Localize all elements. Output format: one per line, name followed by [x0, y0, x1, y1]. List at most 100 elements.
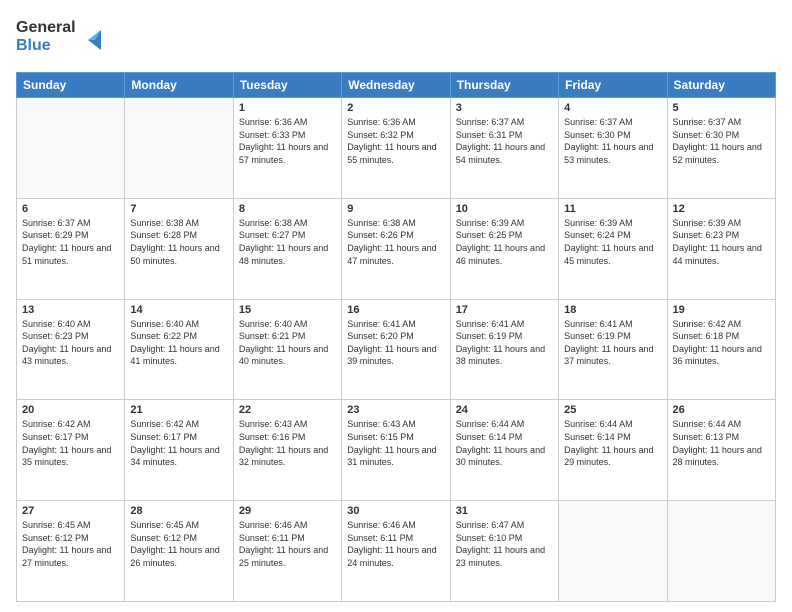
calendar-table: SundayMondayTuesdayWednesdayThursdayFrid… [16, 72, 776, 602]
day-info: Sunrise: 6:38 AM Sunset: 6:27 PM Dayligh… [239, 217, 336, 267]
day-info: Sunrise: 6:44 AM Sunset: 6:14 PM Dayligh… [564, 418, 661, 468]
day-number: 8 [239, 203, 336, 215]
day-info: Sunrise: 6:39 AM Sunset: 6:23 PM Dayligh… [673, 217, 770, 267]
day-number: 25 [564, 404, 661, 416]
calendar-cell: 22 Sunrise: 6:43 AM Sunset: 6:16 PM Dayli… [233, 400, 341, 501]
day-number: 7 [130, 203, 227, 215]
day-info: Sunrise: 6:47 AM Sunset: 6:10 PM Dayligh… [456, 519, 553, 569]
day-number: 2 [347, 102, 444, 114]
calendar-cell: 13Sunrise: 6:40 AM Sunset: 6:23 PM Dayli… [17, 299, 125, 400]
day-info: Sunrise: 6:40 AM Sunset: 6:21 PM Dayligh… [239, 318, 336, 368]
day-number: 24 [456, 404, 553, 416]
day-number: 17 [456, 304, 553, 316]
calendar-cell: 28 Sunrise: 6:45 AM Sunset: 6:12 PM Dayli… [125, 501, 233, 602]
day-number: 13 [22, 304, 119, 316]
day-info: Sunrise: 6:40 AM Sunset: 6:22 PM Dayligh… [130, 318, 227, 368]
day-info: Sunrise: 6:37 AM Sunset: 6:29 PM Dayligh… [22, 217, 119, 267]
calendar-cell: 16 Sunrise: 6:41 AM Sunset: 6:20 PM Dayli… [342, 299, 450, 400]
day-number: 23 [347, 404, 444, 416]
svg-text:General: General [16, 19, 76, 36]
calendar-cell: 27 Sunrise: 6:45 AM Sunset: 6:12 PM Dayli… [17, 501, 125, 602]
day-info: Sunrise: 6:43 AM Sunset: 6:16 PM Dayligh… [239, 418, 336, 468]
day-number: 3 [456, 102, 553, 114]
day-info: Sunrise: 6:44 AM Sunset: 6:14 PM Dayligh… [456, 418, 553, 468]
day-number: 28 [130, 505, 227, 517]
day-number: 29 [239, 505, 336, 517]
day-number: 18 [564, 304, 661, 316]
calendar-cell: 20 Sunrise: 6:42 AM Sunset: 6:17 PM Dayli… [17, 400, 125, 501]
day-number: 9 [347, 203, 444, 215]
page-header: General Blue [16, 12, 776, 62]
calendar-cell: 5 Sunrise: 6:37 AM Sunset: 6:30 PM Daylig… [667, 98, 775, 199]
calendar-cell: 1 Sunrise: 6:36 AM Sunset: 6:33 PM Daylig… [233, 98, 341, 199]
day-info: Sunrise: 6:38 AM Sunset: 6:26 PM Dayligh… [347, 217, 444, 267]
day-number: 16 [347, 304, 444, 316]
day-info: Sunrise: 6:37 AM Sunset: 6:31 PM Dayligh… [456, 116, 553, 166]
calendar-cell: 4 Sunrise: 6:37 AM Sunset: 6:30 PM Daylig… [559, 98, 667, 199]
calendar-cell: 17 Sunrise: 6:41 AM Sunset: 6:19 PM Dayli… [450, 299, 558, 400]
day-number: 21 [130, 404, 227, 416]
day-info: Sunrise: 6:39 AM Sunset: 6:24 PM Dayligh… [564, 217, 661, 267]
calendar-cell: 15 Sunrise: 6:40 AM Sunset: 6:21 PM Dayli… [233, 299, 341, 400]
calendar-cell: 31 Sunrise: 6:47 AM Sunset: 6:10 PM Dayli… [450, 501, 558, 602]
day-info: Sunrise: 6:36 AM Sunset: 6:33 PM Dayligh… [239, 116, 336, 166]
day-info: Sunrise: 6:42 AM Sunset: 6:18 PM Dayligh… [673, 318, 770, 368]
calendar-cell: 9 Sunrise: 6:38 AM Sunset: 6:26 PM Daylig… [342, 198, 450, 299]
calendar-cell: 11 Sunrise: 6:39 AM Sunset: 6:24 PM Dayli… [559, 198, 667, 299]
calendar-cell: 19 Sunrise: 6:42 AM Sunset: 6:18 PM Dayli… [667, 299, 775, 400]
day-info: Sunrise: 6:41 AM Sunset: 6:19 PM Dayligh… [456, 318, 553, 368]
day-info: Sunrise: 6:42 AM Sunset: 6:17 PM Dayligh… [22, 418, 119, 468]
day-number: 11 [564, 203, 661, 215]
day-info: Sunrise: 6:39 AM Sunset: 6:25 PM Dayligh… [456, 217, 553, 267]
calendar-cell: 18 Sunrise: 6:41 AM Sunset: 6:19 PM Dayli… [559, 299, 667, 400]
day-info: Sunrise: 6:41 AM Sunset: 6:20 PM Dayligh… [347, 318, 444, 368]
day-number: 22 [239, 404, 336, 416]
weekday-header-sunday: Sunday [17, 73, 125, 98]
calendar-cell [125, 98, 233, 199]
day-number: 15 [239, 304, 336, 316]
calendar-cell: 6 Sunrise: 6:37 AM Sunset: 6:29 PM Daylig… [17, 198, 125, 299]
day-number: 19 [673, 304, 770, 316]
day-info: Sunrise: 6:45 AM Sunset: 6:12 PM Dayligh… [130, 519, 227, 569]
weekday-header-friday: Friday [559, 73, 667, 98]
calendar-cell: 21 Sunrise: 6:42 AM Sunset: 6:17 PM Dayli… [125, 400, 233, 501]
day-number: 31 [456, 505, 553, 517]
calendar-cell: 7 Sunrise: 6:38 AM Sunset: 6:28 PM Daylig… [125, 198, 233, 299]
logo-text: General Blue [16, 12, 106, 62]
weekday-header-tuesday: Tuesday [233, 73, 341, 98]
day-number: 4 [564, 102, 661, 114]
calendar-cell: 30 Sunrise: 6:46 AM Sunset: 6:11 PM Dayli… [342, 501, 450, 602]
day-number: 6 [22, 203, 119, 215]
weekday-header-wednesday: Wednesday [342, 73, 450, 98]
calendar-cell [17, 98, 125, 199]
day-number: 27 [22, 505, 119, 517]
calendar-cell: 23 Sunrise: 6:43 AM Sunset: 6:15 PM Dayli… [342, 400, 450, 501]
day-number: 26 [673, 404, 770, 416]
calendar-cell: 25 Sunrise: 6:44 AM Sunset: 6:14 PM Dayli… [559, 400, 667, 501]
calendar-cell: 8 Sunrise: 6:38 AM Sunset: 6:27 PM Daylig… [233, 198, 341, 299]
day-number: 14 [130, 304, 227, 316]
day-info: Sunrise: 6:38 AM Sunset: 6:28 PM Dayligh… [130, 217, 227, 267]
day-number: 1 [239, 102, 336, 114]
calendar-cell: 12 Sunrise: 6:39 AM Sunset: 6:23 PM Dayli… [667, 198, 775, 299]
logo: General Blue [16, 12, 106, 62]
svg-text:Blue: Blue [16, 37, 51, 54]
calendar-cell [559, 501, 667, 602]
calendar-cell: 26 Sunrise: 6:44 AM Sunset: 6:13 PM Dayli… [667, 400, 775, 501]
day-info: Sunrise: 6:41 AM Sunset: 6:19 PM Dayligh… [564, 318, 661, 368]
day-info: Sunrise: 6:42 AM Sunset: 6:17 PM Dayligh… [130, 418, 227, 468]
day-number: 30 [347, 505, 444, 517]
calendar-cell: 14 Sunrise: 6:40 AM Sunset: 6:22 PM Dayli… [125, 299, 233, 400]
day-info: Sunrise: 6:45 AM Sunset: 6:12 PM Dayligh… [22, 519, 119, 569]
day-number: 5 [673, 102, 770, 114]
day-info: Sunrise: 6:36 AM Sunset: 6:32 PM Dayligh… [347, 116, 444, 166]
day-number: 20 [22, 404, 119, 416]
day-number: 12 [673, 203, 770, 215]
day-info: Sunrise: 6:37 AM Sunset: 6:30 PM Dayligh… [673, 116, 770, 166]
day-info: Sunrise: 6:43 AM Sunset: 6:15 PM Dayligh… [347, 418, 444, 468]
day-info: Sunrise: 6:37 AM Sunset: 6:30 PM Dayligh… [564, 116, 661, 166]
weekday-header-saturday: Saturday [667, 73, 775, 98]
day-info: Sunrise: 6:46 AM Sunset: 6:11 PM Dayligh… [347, 519, 444, 569]
day-info: Sunrise: 6:44 AM Sunset: 6:13 PM Dayligh… [673, 418, 770, 468]
calendar-cell: 2 Sunrise: 6:36 AM Sunset: 6:32 PM Daylig… [342, 98, 450, 199]
